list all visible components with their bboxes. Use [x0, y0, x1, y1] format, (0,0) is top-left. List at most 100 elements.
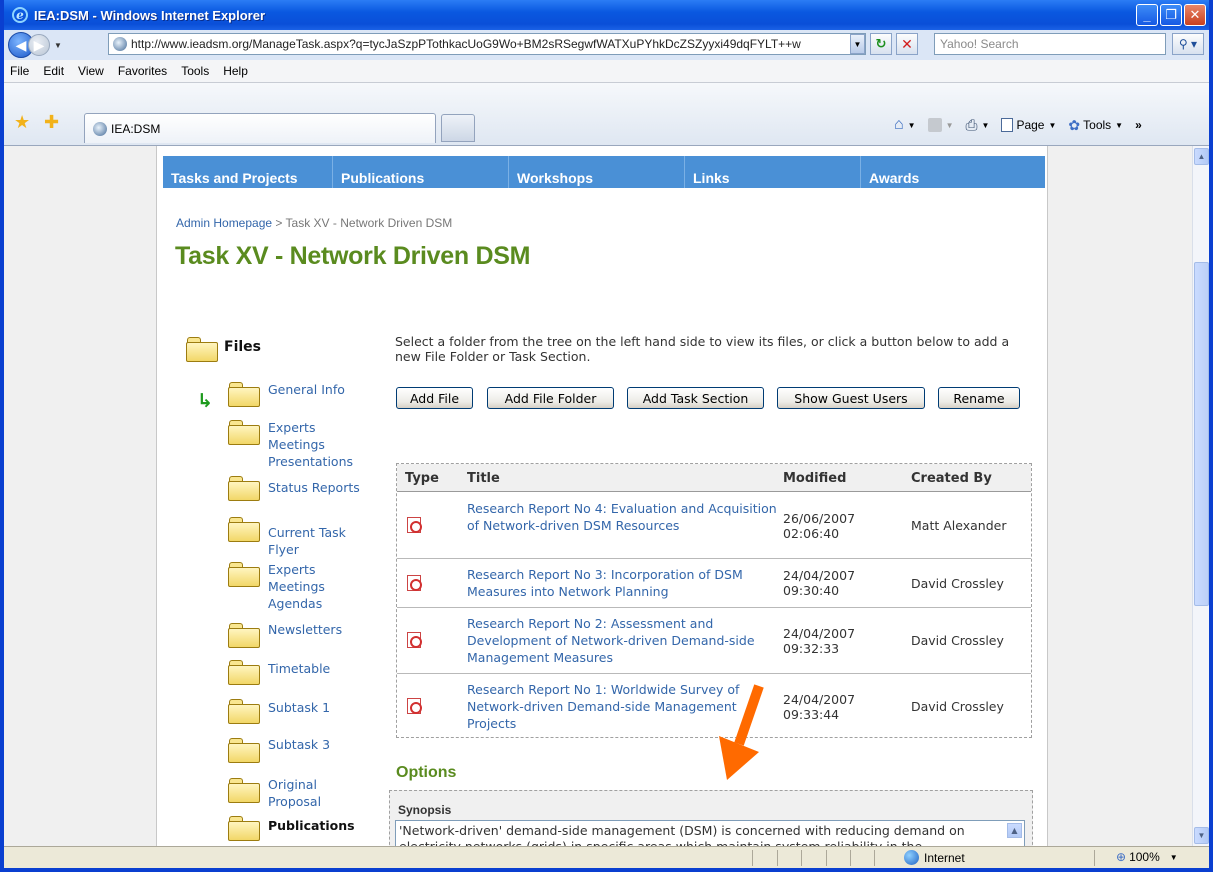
pdf-icon[interactable]	[407, 698, 422, 714]
folder-icon[interactable]	[227, 736, 261, 764]
header-type[interactable]: Type	[405, 471, 439, 486]
header-created-by[interactable]: Created By	[911, 471, 992, 486]
tree-item-subtask-1[interactable]: Subtask 1	[268, 699, 378, 716]
menu-favorites[interactable]: Favorites	[118, 64, 167, 78]
file-title-link[interactable]: Research Report No 3: Incorporation of D…	[467, 566, 777, 600]
page-menu-button[interactable]: Page ▼	[1001, 118, 1056, 132]
tools-menu-button[interactable]: ✿ Tools ▼	[1068, 117, 1123, 134]
breadcrumb-current: Task XV - Network Driven DSM	[285, 216, 453, 230]
pdf-icon[interactable]	[407, 632, 422, 648]
feeds-button[interactable]: ▼	[927, 118, 954, 132]
tree-item-subtask-3[interactable]: Subtask 3	[268, 736, 378, 753]
menu-view[interactable]: View	[78, 64, 104, 78]
tree-item-newsletters[interactable]: Newsletters	[268, 621, 378, 638]
tab-ieadsm[interactable]: IEA:DSM	[84, 113, 436, 143]
header-title[interactable]: Title	[467, 471, 500, 486]
scroll-up-icon[interactable]: ▲	[1194, 148, 1209, 165]
folder-icon[interactable]	[227, 776, 261, 804]
search-button[interactable]: ⚲ ▾	[1172, 33, 1204, 55]
menu-edit[interactable]: Edit	[43, 64, 64, 78]
modified-time: 09:33:44	[783, 707, 840, 722]
add-favorites-icon[interactable]: ✚	[44, 112, 59, 133]
modified-time: 09:32:33	[783, 641, 840, 656]
folder-icon[interactable]	[227, 560, 261, 588]
folder-icon[interactable]	[227, 814, 261, 842]
tree-item-timetable[interactable]: Timetable	[268, 660, 378, 677]
minimize-button[interactable]: _	[1136, 4, 1158, 26]
history-dropdown-icon[interactable]: ▼	[54, 41, 62, 50]
breadcrumb-separator: >	[275, 216, 283, 230]
tree-item-status-reports[interactable]: Status Reports	[268, 479, 378, 496]
web-page: Tasks and Projects Publications Workshop…	[156, 146, 1048, 846]
folder-icon[interactable]	[227, 697, 261, 725]
maximize-button[interactable]: ❐	[1160, 4, 1182, 26]
refresh-button[interactable]: ↻	[870, 33, 892, 55]
add-file-button[interactable]: Add File	[396, 387, 473, 409]
command-bar: ⌂ ▼ ▼ ⎙ ▼ Page ▼ ✿ Tools ▼ »	[894, 110, 1209, 140]
tree-item-experts-meetings-agendas[interactable]: Experts Meetings Agendas	[268, 561, 368, 612]
tree-item-original-proposal[interactable]: Original Proposal	[268, 776, 368, 810]
synopsis-scroll-up-icon[interactable]: ▲	[1007, 823, 1022, 838]
new-tab-button[interactable]	[441, 114, 475, 142]
tree-item-experts-meetings-presentations[interactable]: Experts Meetings Presentations	[268, 419, 368, 470]
modified-date: 24/04/2007	[783, 626, 856, 641]
folder-icon[interactable]	[227, 474, 261, 502]
search-input[interactable]: Yahoo! Search	[934, 33, 1166, 55]
folder-icon[interactable]	[227, 658, 261, 686]
folder-icon[interactable]	[185, 335, 219, 363]
page-viewport: Tasks and Projects Publications Workshop…	[4, 146, 1209, 846]
tree-item-general-info[interactable]: General Info	[268, 381, 368, 398]
created-by-cell: Matt Alexander	[911, 518, 1007, 533]
folder-icon[interactable]	[227, 515, 261, 543]
tree-item-publications[interactable]: Publications	[268, 817, 378, 834]
header-modified[interactable]: Modified	[783, 471, 846, 486]
zoom-dropdown-icon[interactable]: ▼	[1170, 853, 1178, 862]
title-bar: e IEA:DSM - Windows Internet Explorer _ …	[4, 0, 1209, 30]
table-row: Research Report No 2: Assessment and Dev…	[397, 608, 1031, 674]
print-button[interactable]: ⎙ ▼	[966, 117, 990, 134]
folder-icon[interactable]	[227, 621, 261, 649]
menu-help[interactable]: Help	[223, 64, 248, 78]
add-file-folder-button[interactable]: Add File Folder	[487, 387, 614, 409]
globe-icon	[904, 850, 919, 865]
pdf-icon[interactable]	[407, 517, 422, 533]
menu-tools[interactable]: Tools	[181, 64, 209, 78]
favorites-star-icon[interactable]: ★	[14, 112, 30, 133]
nav-links[interactable]: Links	[685, 156, 861, 188]
forward-button[interactable]: ▶	[28, 34, 50, 56]
nav-workshops[interactable]: Workshops	[509, 156, 685, 188]
stop-button[interactable]: ✕	[896, 33, 918, 55]
nav-publications[interactable]: Publications	[333, 156, 509, 188]
vertical-scrollbar[interactable]: ▲ ▼	[1192, 146, 1209, 846]
folder-icon[interactable]	[227, 380, 261, 408]
address-toolbar: ◀ ▶ ▼ http://www.ieadsm.org/ManageTask.a…	[4, 30, 1209, 60]
scroll-down-icon[interactable]: ▼	[1194, 827, 1209, 844]
nav-awards[interactable]: Awards	[861, 156, 1045, 188]
file-title-link[interactable]: Research Report No 2: Assessment and Dev…	[467, 615, 777, 666]
add-task-section-button[interactable]: Add Task Section	[627, 387, 764, 409]
zoom-icon: ⊕	[1116, 850, 1127, 864]
zoom-control[interactable]: ⊕ 100% ▼	[1116, 850, 1178, 864]
rename-button[interactable]: Rename	[938, 387, 1020, 409]
menu-file[interactable]: File	[10, 64, 29, 78]
modified-time: 09:30:40	[783, 583, 840, 598]
tree-item-current-task-flyer[interactable]: Current Task Flyer	[268, 524, 368, 558]
options-heading: Options	[396, 764, 457, 781]
home-button[interactable]: ⌂ ▼	[894, 116, 916, 134]
scrollbar-thumb[interactable]	[1194, 262, 1209, 606]
pdf-icon[interactable]	[407, 575, 422, 591]
synopsis-textarea[interactable]: 'Network-driven' demand-side management …	[395, 820, 1025, 846]
breadcrumb-admin-homepage[interactable]: Admin Homepage	[176, 216, 272, 230]
show-guest-users-button[interactable]: Show Guest Users	[777, 387, 925, 409]
file-title-link[interactable]: Research Report No 4: Evaluation and Acq…	[467, 500, 777, 534]
modified-date: 26/06/2007	[783, 511, 856, 526]
tree-root-files[interactable]: Files	[224, 339, 261, 355]
address-input[interactable]: http://www.ieadsm.org/ManageTask.aspx?q=…	[108, 33, 866, 55]
chevron-more-icon[interactable]: »	[1135, 118, 1142, 132]
tab-label: IEA:DSM	[111, 121, 161, 136]
close-button[interactable]: ✕	[1184, 4, 1206, 26]
security-zone: Internet	[904, 850, 965, 865]
folder-icon[interactable]	[227, 418, 261, 446]
address-dropdown-button[interactable]: ▼	[850, 34, 865, 54]
nav-tasks-and-projects[interactable]: Tasks and Projects	[163, 156, 333, 188]
